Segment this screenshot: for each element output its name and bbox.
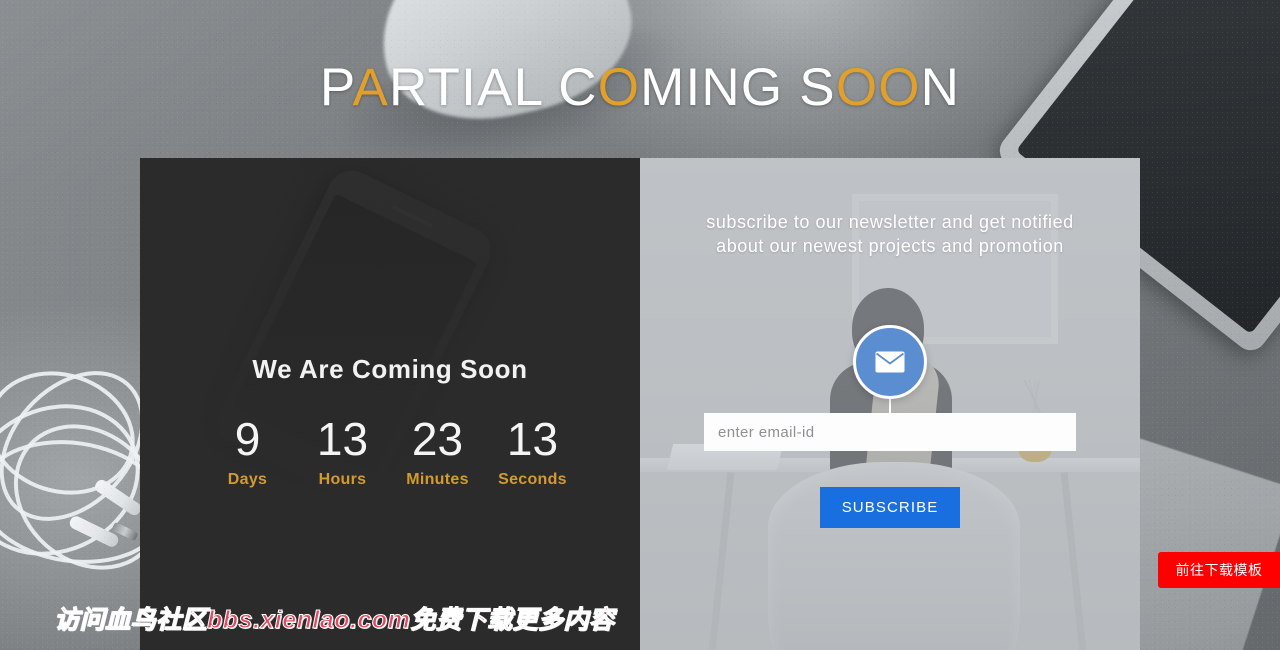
page-title-segment-6: N (920, 58, 961, 117)
newsletter-description: subscribe to our newsletter and get noti… (706, 212, 1074, 257)
page-title-segment-4: MING S (640, 58, 836, 117)
page-title-segment-5: OO (835, 58, 921, 117)
countdown-value-minutes: 23 (411, 413, 464, 465)
subscribe-panel: subscribe to our newsletter and get noti… (640, 158, 1140, 650)
page-title-segment-1: A (352, 58, 390, 117)
page-title: PARTIAL COMING SOON (0, 57, 1280, 118)
countdown-cell-minutes: 23 Minutes (390, 415, 485, 489)
countdown-content: We Are Coming Soon 9 Days 13 Hours 23 Mi… (140, 354, 640, 489)
countdown-value-days: 9 (234, 413, 261, 465)
download-template-button[interactable]: 前往下载模板 (1158, 552, 1280, 588)
countdown-value-hours: 13 (316, 413, 369, 465)
countdown-label-hours: Hours (318, 471, 367, 489)
countdown-cell-days: 9 Days (200, 415, 295, 489)
coming-soon-heading: We Are Coming Soon (252, 354, 528, 384)
page-title-segment-3: O (597, 58, 641, 117)
email-input[interactable] (704, 413, 1076, 451)
countdown-timer: 9 Days 13 Hours 23 Minutes 13 Seconds (140, 415, 640, 489)
countdown-cell-hours: 13 Hours (295, 415, 390, 489)
coming-soon-page: PARTIAL COMING SOON We Are Coming Soon 9… (0, 0, 1280, 650)
countdown-cell-seconds: 13 Seconds (485, 415, 580, 489)
subscribe-button[interactable]: SUBSCRIBE (820, 487, 960, 528)
countdown-label-days: Days (227, 471, 268, 489)
page-title-segment-0: P (319, 58, 353, 117)
countdown-label-minutes: Minutes (406, 471, 469, 489)
page-title-segment-2: RTIAL C (389, 58, 598, 117)
countdown-label-seconds: Seconds (498, 471, 567, 489)
countdown-value-seconds: 13 (506, 413, 559, 465)
subscribe-content: subscribe to our newsletter and get noti… (640, 158, 1140, 259)
envelope-icon (853, 325, 927, 399)
countdown-panel: We Are Coming Soon 9 Days 13 Hours 23 Mi… (140, 158, 640, 650)
content-panels: We Are Coming Soon 9 Days 13 Hours 23 Mi… (140, 158, 1140, 650)
